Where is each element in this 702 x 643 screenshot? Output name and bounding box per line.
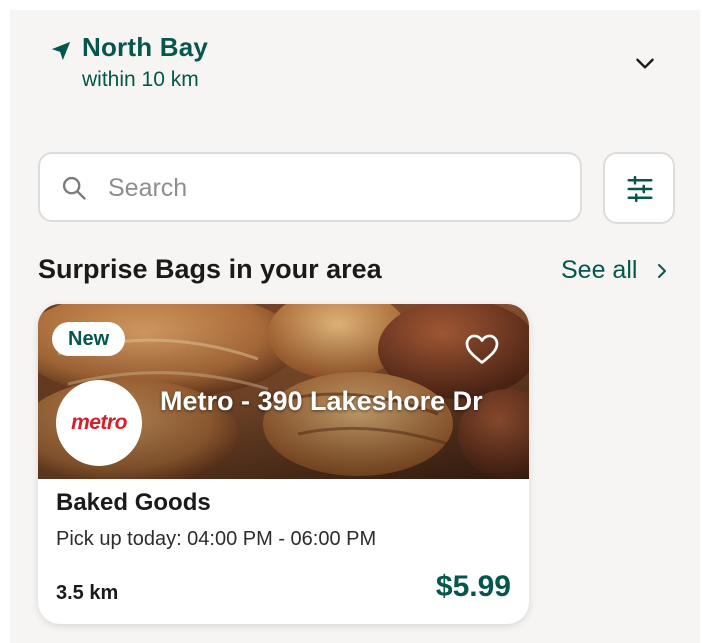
section-title: Surprise Bags in your area: [38, 254, 382, 284]
search-bar[interactable]: [38, 152, 582, 222]
heart-outline-icon[interactable]: [464, 332, 500, 366]
chevron-right-icon: [658, 263, 667, 278]
price-label: $5.99: [435, 570, 511, 603]
search-icon: [62, 176, 86, 200]
bag-title: Baked Goods: [56, 489, 211, 516]
store-name: Metro - 390 Lakeshore Dr: [160, 386, 483, 416]
filter-sliders-icon: [627, 175, 653, 203]
chevron-down-icon[interactable]: [632, 50, 658, 76]
surprise-bag-card[interactable]: New metro Metro - 390 Lakeshore Dr Baked…: [38, 304, 529, 624]
app-screen: North Bay within 10 km Surprise Bags in …: [10, 10, 700, 643]
store-logo-text: metro: [71, 411, 127, 434]
see-all-link[interactable]: See all: [561, 256, 671, 285]
store-logo: metro: [56, 380, 142, 466]
distance-label: 3.5 km: [56, 582, 119, 604]
card-bakery-image: New metro Metro - 390 Lakeshore Dr: [38, 304, 529, 479]
pickup-time: Pick up today: 04:00 PM - 06:00 PM: [56, 528, 377, 550]
search-input[interactable]: [106, 166, 550, 210]
location-radius[interactable]: within 10 km: [82, 68, 199, 92]
see-all-label: See all: [561, 256, 638, 284]
location-arrow-icon: [51, 41, 71, 61]
new-badge: New: [52, 322, 126, 356]
filter-button[interactable]: [603, 152, 675, 224]
location-title[interactable]: North Bay: [82, 32, 208, 63]
